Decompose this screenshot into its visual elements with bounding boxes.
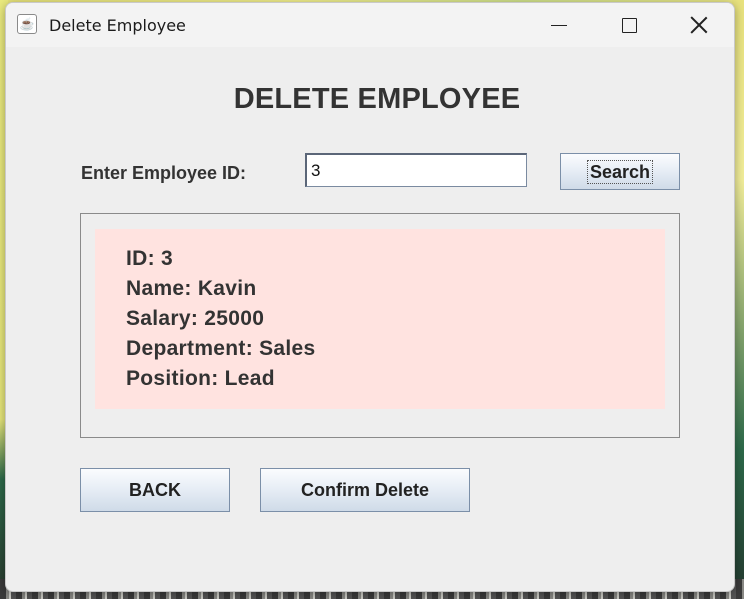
close-button[interactable] bbox=[664, 3, 734, 47]
search-button[interactable]: Search bbox=[560, 153, 680, 190]
employee-salary-text: Salary: 25000 bbox=[126, 307, 265, 330]
page-title: DELETE EMPLOYEE bbox=[233, 83, 521, 115]
employee-id-text: ID: 3 bbox=[126, 247, 174, 270]
employee-details-panel: ID: 3 Name: Kavin Salary: 25000 Departme… bbox=[80, 213, 680, 438]
maximize-button[interactable] bbox=[594, 3, 664, 47]
java-cup-icon: ☕ bbox=[17, 14, 37, 34]
employee-id-label: Enter Employee ID: bbox=[81, 163, 247, 183]
search-button-label: Search bbox=[586, 159, 654, 184]
employee-name-text: Name: Kavin bbox=[126, 277, 257, 300]
minimize-icon bbox=[551, 24, 567, 26]
employee-position-text: Position: Lead bbox=[126, 367, 275, 390]
employee-department-text: Department: Sales bbox=[126, 337, 316, 360]
employee-details-box: ID: 3 Name: Kavin Salary: 25000 Departme… bbox=[95, 229, 665, 409]
title-bar[interactable]: ☕ Delete Employee bbox=[6, 3, 734, 47]
employee-id-input[interactable] bbox=[305, 153, 527, 187]
maximize-icon bbox=[621, 17, 637, 33]
delete-employee-window: ☕ Delete Employee DELETE EMPLOYEE Enter … bbox=[5, 2, 735, 592]
close-icon bbox=[690, 16, 708, 34]
minimize-button[interactable] bbox=[524, 3, 594, 47]
confirm-delete-button[interactable]: Confirm Delete bbox=[260, 468, 470, 512]
window-title: Delete Employee bbox=[49, 16, 186, 35]
back-button[interactable]: BACK bbox=[80, 468, 230, 512]
